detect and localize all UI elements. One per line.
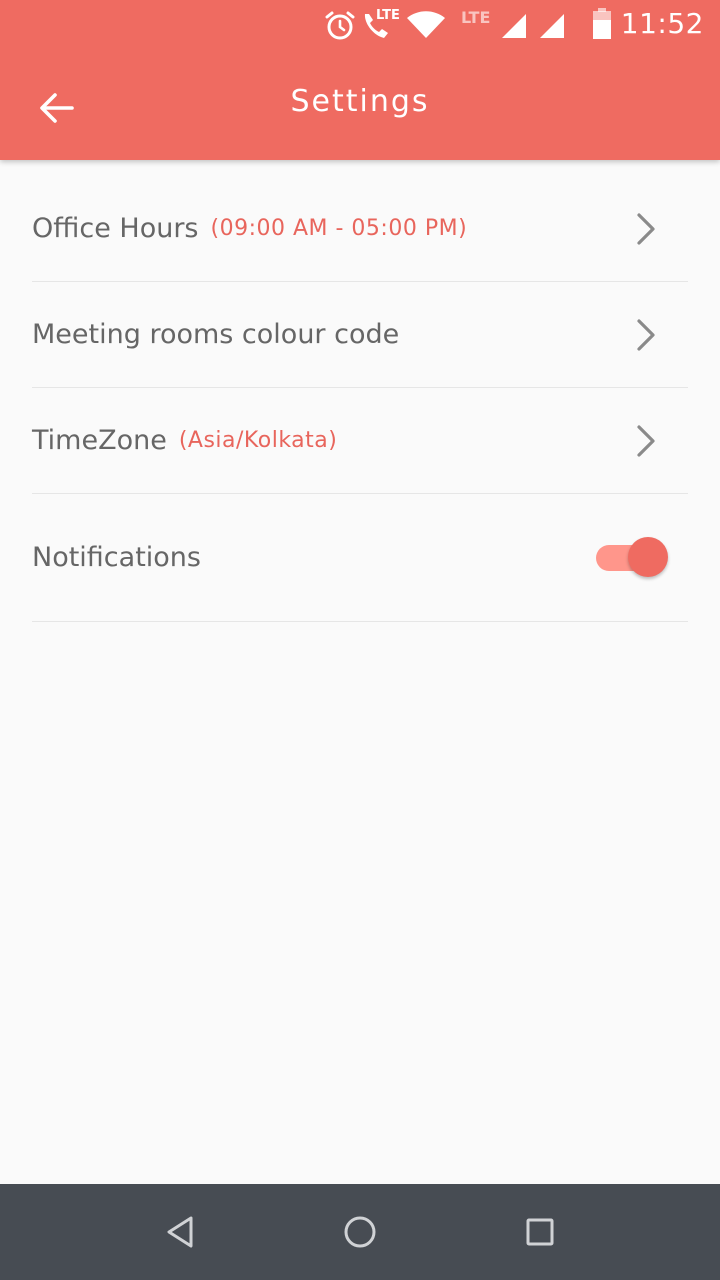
timezone-row[interactable]: TimeZone (Asia/Kolkata) — [32, 388, 688, 494]
lte-label: LTE — [461, 8, 491, 27]
signal-icon — [502, 14, 526, 38]
office-hours-label: Office Hours — [32, 213, 199, 244]
settings-list: Office Hours (09:00 AM - 05:00 PM) Meeti… — [32, 176, 688, 622]
recents-square-icon — [526, 1218, 554, 1246]
home-circle-icon — [344, 1216, 376, 1248]
chevron-right-icon — [637, 212, 655, 245]
meeting-rooms-colour-code-label: Meeting rooms colour code — [32, 319, 400, 350]
notifications-row: Notifications — [32, 494, 688, 622]
nav-home-button[interactable] — [330, 1202, 390, 1262]
chevron-right-icon — [637, 424, 655, 457]
office-hours-row[interactable]: Office Hours (09:00 AM - 05:00 PM) — [32, 176, 688, 282]
notifications-label: Notifications — [32, 542, 201, 573]
nav-recents-button[interactable] — [510, 1202, 570, 1262]
wifi-icon — [407, 11, 445, 38]
volte-badge: LTE — [376, 8, 400, 23]
system-nav-bar — [0, 1184, 720, 1280]
app-bar: LTE LTE 11:52 Settings — [0, 0, 720, 160]
chevron-right-icon — [637, 318, 655, 351]
signal-icon — [540, 14, 564, 38]
meeting-rooms-colour-code-row[interactable]: Meeting rooms colour code — [32, 282, 688, 388]
toggle-thumb — [628, 536, 668, 577]
nav-back-button[interactable] — [150, 1202, 210, 1262]
timezone-value: (Asia/Kolkata) — [178, 428, 338, 453]
alarm-icon — [325, 11, 355, 40]
status-bar: LTE LTE 11:52 — [0, 0, 720, 50]
status-clock: 11:52 — [620, 7, 704, 40]
timezone-label: TimeZone — [32, 425, 167, 456]
notifications-toggle[interactable] — [596, 536, 668, 580]
office-hours-value: (09:00 AM - 05:00 PM) — [210, 216, 468, 241]
battery-icon — [593, 8, 611, 39]
back-triangle-icon — [167, 1216, 193, 1248]
page-title: Settings — [290, 84, 430, 119]
